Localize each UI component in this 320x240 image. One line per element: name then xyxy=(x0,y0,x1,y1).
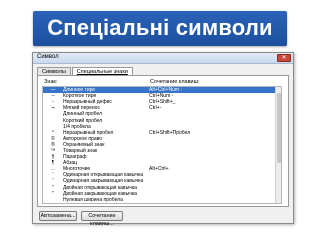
autocorrect-button[interactable]: Автозамена... xyxy=(39,211,77,221)
special-characters-panel: Знак: Сочетание клавиш: — Длинное тире Alt… xyxy=(37,75,289,207)
list-item-name: Многоточие xyxy=(63,166,91,173)
slide-title: Спеціальні символи xyxy=(33,10,287,46)
special-characters-list[interactable]: — Длинное тире Alt+Ctrl+Num - – Короткое тир… xyxy=(42,86,282,204)
list-item-name: Двойная закрывающая кавычка xyxy=(63,190,137,197)
list-item-name: Абзац xyxy=(63,160,78,167)
list-item-shortcut: Ctrl+- xyxy=(149,105,162,112)
list-item-shortcut: Ctrl+Shift+Пробел xyxy=(149,129,191,136)
close-button[interactable]: ✕ xyxy=(277,54,291,62)
column-header-symbol: Знак: xyxy=(44,79,58,85)
dialog-titlebar: Символ ✕ xyxy=(33,53,293,64)
list-item-name: 1/4 пробела xyxy=(63,123,91,130)
list-item[interactable]: Нулевая неразрывная связка xyxy=(43,203,281,204)
list-item-symbol: © xyxy=(51,135,55,142)
symbol-dialog: Символ ✕ Символы Специальные знаки Знак:… xyxy=(32,52,294,227)
list-item-name: Неразрывный пробел xyxy=(63,129,114,136)
list-item-symbol: ¬ xyxy=(51,105,55,112)
list-item-name: Одинарная закрывающая кавычка xyxy=(63,178,144,185)
list-item-name: Короткое тире xyxy=(63,93,97,100)
list-item-name: Короткий пробел xyxy=(63,117,103,124)
list-item-symbol: ' xyxy=(52,172,54,179)
list-item-symbol: " xyxy=(52,190,54,197)
list-item-symbol: — xyxy=(50,87,56,94)
list-scrollbar[interactable] xyxy=(275,87,281,203)
list-item-name: Длинное тире xyxy=(63,87,96,94)
slide-title-banner: Спеціальні символи xyxy=(0,8,320,48)
list-item-name: Параграф xyxy=(63,154,87,161)
list-item-shortcut: Alt+Ctrl+Num - xyxy=(149,87,183,94)
list-item-symbol: ¶ xyxy=(51,160,55,167)
list-item-symbol: ° xyxy=(52,129,54,136)
list-item-shortcut: Ctrl+Num - xyxy=(149,93,174,100)
list-item-name: Длинный пробел xyxy=(63,111,103,118)
shortcut-key-button[interactable]: Сочетание клавиш... xyxy=(81,211,123,227)
list-item-shortcut: Alt+Ctrl+. xyxy=(149,166,170,173)
list-item-name: Нулевая ширина пробела xyxy=(63,196,123,203)
list-item-symbol: " xyxy=(52,184,54,191)
scrollbar-thumb[interactable] xyxy=(277,93,281,163)
list-item-shortcut: Ctrl+Shift+_ xyxy=(149,99,176,106)
list-item-name: Мягкий перенос xyxy=(63,105,100,112)
list-item-name: Неразрывный дефис xyxy=(63,99,112,106)
list-item-name: Нулевая неразрывная связка xyxy=(63,203,149,204)
list-item-symbol: – xyxy=(51,93,55,100)
list-item-name: Одинарная открывающая кавычка xyxy=(63,172,144,179)
list-item-name: Двойная открывающая кавычка xyxy=(63,184,137,191)
close-icon: ✕ xyxy=(281,55,287,61)
list-item-symbol: ™ xyxy=(50,147,56,154)
list-item-symbol: ‑ xyxy=(52,99,54,106)
list-item-symbol: … xyxy=(50,166,56,173)
list-item-name: Охраняемый знак xyxy=(63,141,105,148)
list-item-name: Товарный знак xyxy=(63,147,98,154)
dialog-title: Символ xyxy=(37,54,59,60)
list-item-symbol: ' xyxy=(52,178,54,185)
list-item-symbol: § xyxy=(51,154,55,161)
list-item-name: Авторское право xyxy=(63,135,103,142)
list-item-symbol: ® xyxy=(51,141,55,148)
column-header-shortcut: Сочетание клавиш: xyxy=(150,79,200,85)
